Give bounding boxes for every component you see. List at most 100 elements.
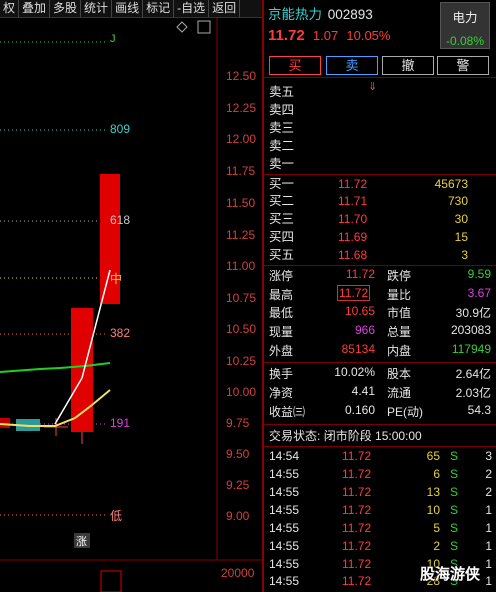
- tick-count: 1: [485, 574, 492, 588]
- quote-panel: 京能热力 002893 电力 -0.08% 11.72 1.07 10.05% …: [264, 0, 496, 592]
- tick-count: 2: [485, 485, 492, 499]
- toolbar-add-watchlist[interactable]: -自选: [174, 0, 210, 17]
- tick-side: S: [450, 449, 459, 463]
- divider: [264, 265, 496, 266]
- tick-price: 11.72: [342, 485, 372, 499]
- tick-side: S: [450, 503, 459, 517]
- stat-label: PE(动): [387, 405, 424, 419]
- divider: [264, 424, 496, 425]
- tick-count: 1: [485, 521, 492, 535]
- stat-label: 跌停: [387, 269, 412, 283]
- trade-status-label: 交易状态:: [269, 429, 321, 443]
- kline-svg: [0, 18, 262, 592]
- ma-green-line: [0, 362, 111, 373]
- price-tick: 10.25: [226, 354, 257, 368]
- tick-price: 11.72: [342, 503, 372, 517]
- tick-time: 14:55: [269, 557, 300, 571]
- tick-count: 2: [485, 467, 492, 481]
- stat-label: 涨停: [269, 269, 294, 283]
- stat-limit-down: 9.59: [467, 267, 491, 281]
- alert-button[interactable]: 警: [437, 56, 489, 75]
- stat-label: 最高: [269, 288, 294, 302]
- price-tick: 11.75: [226, 164, 256, 178]
- price-tick: 12.25: [226, 101, 257, 115]
- tick-price: 11.72: [342, 449, 372, 463]
- price-tick: 11.50: [226, 196, 256, 210]
- tick-price: 11.72: [342, 467, 372, 481]
- tick-time: 14:55: [269, 574, 300, 588]
- level-label-low: 低: [110, 509, 123, 523]
- ask-label: 卖五: [269, 85, 295, 99]
- stat-label: 量比: [387, 288, 412, 302]
- stat-label: 股本: [387, 367, 412, 381]
- tick-price: 11.72: [342, 539, 372, 553]
- tick-volume: 6: [433, 467, 440, 481]
- bid-price: 11.70: [338, 212, 368, 226]
- stat-inner-volume: 117949: [451, 342, 491, 356]
- kline-chart[interactable]: J 809 618 中 382 191 低 涨 12.50 12.25 12.0…: [0, 18, 262, 592]
- tick-price: 11.72: [342, 574, 372, 588]
- stat-float-shares: 2.03亿: [455, 386, 491, 400]
- level-label-191: 191: [110, 416, 131, 430]
- tick-side: S: [450, 467, 459, 481]
- ask-label: 卖三: [269, 121, 295, 135]
- tick-price: 11.72: [342, 521, 372, 535]
- stat-share-capital: 2.64亿: [455, 367, 491, 381]
- sector-box[interactable]: 电力 -0.08%: [440, 2, 490, 49]
- limit-up-tag: 涨: [76, 536, 87, 548]
- toolbar-draw-line[interactable]: 画线: [112, 0, 144, 17]
- volume-bar: [100, 570, 122, 592]
- bid-price: 11.71: [338, 194, 368, 208]
- stat-current-volume: 966: [354, 323, 375, 337]
- price-tick: 12.00: [226, 132, 257, 146]
- stock-name: 京能热力: [268, 7, 322, 22]
- watermark: 股海游侠: [420, 566, 481, 583]
- stat-label: 换手: [269, 367, 294, 381]
- sector-change: -0.08%: [445, 34, 485, 48]
- price-tick: 9.00: [226, 509, 250, 523]
- bid-volume: 45673: [434, 177, 468, 191]
- chart-toolbar: 权 叠加 多股 统计 画线 标记 -自选 返回: [0, 0, 262, 18]
- last-price: 11.72: [268, 27, 305, 44]
- tick-volume: 65: [426, 449, 440, 463]
- price-tick: 9.50: [226, 447, 250, 461]
- tick-time: 14:55: [269, 467, 300, 481]
- volume-axis-tick: 20000: [221, 566, 255, 580]
- stat-low: 10.65: [344, 304, 375, 318]
- stat-net-assets: 4.41: [351, 384, 375, 398]
- tick-time: 14:55: [269, 485, 300, 499]
- bid-volume: 3: [461, 248, 468, 262]
- toolbar-overlay[interactable]: 叠加: [19, 0, 51, 17]
- sell-button[interactable]: 卖: [326, 56, 378, 75]
- price-tick: 12.50: [226, 69, 257, 83]
- stat-outer-volume: 85134: [341, 342, 375, 356]
- ask-label: 卖一: [269, 157, 295, 171]
- stat-pe: 54.3: [467, 403, 491, 417]
- stat-high: 11.72: [337, 285, 371, 301]
- tick-count: 3: [485, 449, 492, 463]
- level-label-809: 809: [110, 122, 131, 136]
- bid-price: 11.69: [338, 230, 368, 244]
- tick-volume: 2: [433, 539, 440, 553]
- buy-button[interactable]: 买: [269, 56, 321, 75]
- stat-vol-ratio: 3.67: [467, 286, 491, 300]
- toolbar-rights[interactable]: 权: [0, 0, 20, 17]
- tick-time: 14:55: [269, 539, 300, 553]
- stat-label: 流通: [387, 386, 412, 400]
- tick-time: 14:55: [269, 503, 300, 517]
- toolbar-mark[interactable]: 标记: [143, 0, 175, 17]
- price-tick: 9.75: [226, 416, 250, 430]
- toolbar-multi-stock[interactable]: 多股: [50, 0, 82, 17]
- bid-volume: 30: [454, 212, 468, 226]
- price-tick: 10.00: [226, 385, 257, 399]
- stock-header: 京能热力 002893: [268, 3, 373, 23]
- stat-turnover: 10.02%: [334, 365, 375, 379]
- stat-total-volume: 203083: [450, 323, 491, 337]
- toolbar-statistics[interactable]: 统计: [81, 0, 113, 17]
- toolbar-back[interactable]: 返回: [209, 0, 241, 17]
- tick-side: S: [450, 539, 459, 553]
- tick-count: 1: [485, 557, 492, 571]
- cancel-order-button[interactable]: 撤: [382, 56, 434, 75]
- stat-label: 外盘: [269, 344, 294, 358]
- stat-label: 最低: [269, 306, 294, 320]
